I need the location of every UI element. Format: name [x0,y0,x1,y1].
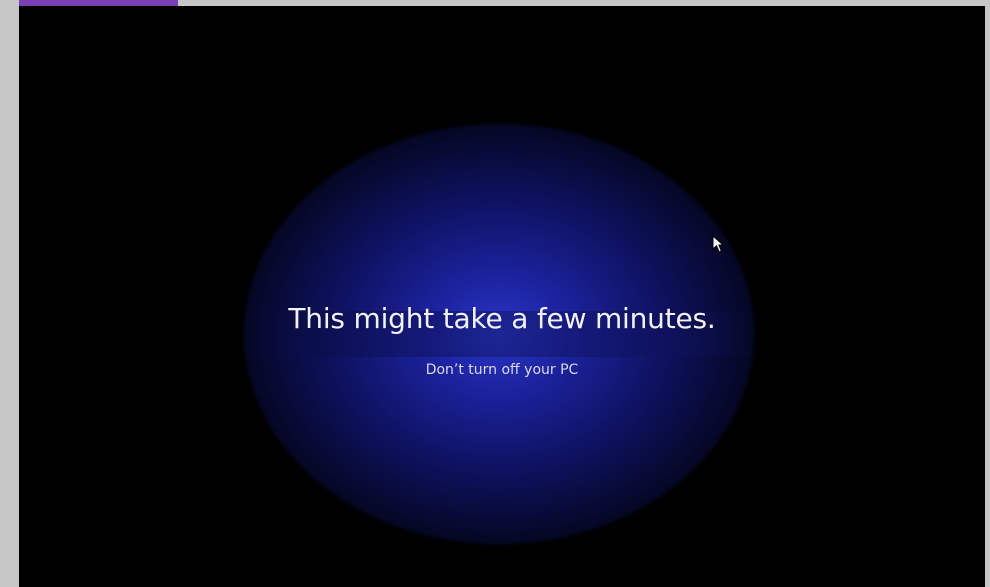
update-submessage: Don’t turn off your PC [425,362,579,378]
arrow-cursor-icon [712,235,724,253]
update-message: This might take a few minutes. [288,302,716,335]
update-screen: This might take a few minutes. Don’t tur… [19,6,985,587]
